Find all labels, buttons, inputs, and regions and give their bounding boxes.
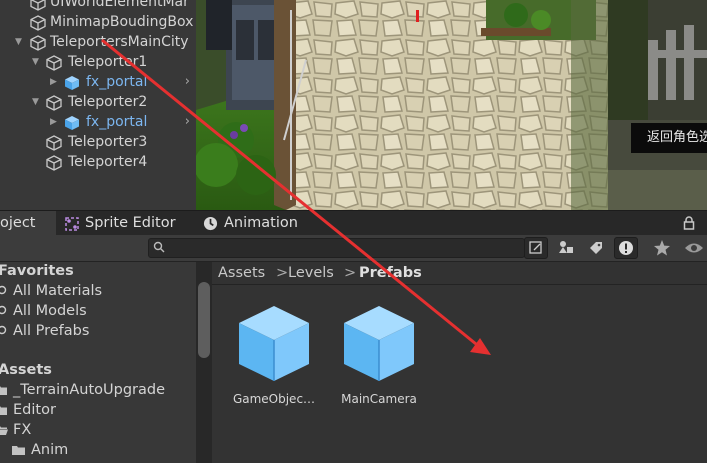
fold-arrow-icon[interactable]: ▶ — [50, 112, 57, 132]
folder-icon — [0, 386, 7, 395]
chevron-right-icon[interactable]: › — [185, 72, 190, 92]
log-filter-button[interactable] — [614, 237, 638, 259]
warning-icon — [619, 241, 633, 255]
breadcrumb-item-current[interactable]: Prefabs — [359, 262, 422, 284]
fold-arrow-icon[interactable]: ▼ — [15, 32, 22, 52]
tab-project[interactable]: oject — [0, 211, 56, 236]
gameobject-icon — [30, 35, 46, 51]
tab-project-label: oject — [0, 215, 36, 231]
prefab-cube-icon — [344, 306, 414, 381]
hierarchy-item-label: Teleporter1 — [68, 54, 148, 70]
prefab-icon — [65, 76, 79, 90]
hierarchy-item[interactable]: ▼ TeleportersMainCity — [0, 32, 196, 52]
animation-icon — [203, 216, 218, 231]
tab-sprite-editor-label: Sprite Editor — [85, 215, 176, 231]
favorites-item-label: All Models — [13, 303, 87, 319]
gameobject-icon — [46, 55, 62, 71]
folder-item-label: FX — [13, 422, 32, 438]
filter-type-icon — [559, 241, 573, 253]
favorite-button[interactable] — [650, 237, 674, 259]
asset-item[interactable]: MainCamera — [331, 303, 427, 406]
asset-item-label: MainCamera — [341, 392, 417, 406]
lock-icon[interactable] — [683, 216, 695, 230]
project-toolbar — [0, 235, 707, 262]
hierarchy-item[interactable]: Teleporter3 — [0, 132, 196, 152]
prefab-cube-icon — [239, 306, 309, 381]
fold-arrow-icon[interactable]: ▼ — [32, 92, 39, 112]
asset-item-label: GameObjec… — [232, 392, 316, 406]
sprite-editor-icon — [65, 217, 79, 231]
search-icon — [153, 241, 165, 253]
game-view[interactable] — [608, 0, 707, 210]
folder-tree-scrollbar[interactable] — [198, 282, 210, 358]
panel-tab-bar: oject Sprite Editor Animation — [0, 210, 707, 236]
scene-view[interactable] — [196, 0, 608, 210]
hierarchy-item-label: TeleportersMainCity — [50, 34, 189, 50]
filter-by-label-button[interactable] — [584, 237, 608, 259]
hierarchy-item[interactable]: MinimapBoudingBox — [0, 12, 196, 32]
asset-item[interactable]: GameObjec… — [226, 303, 322, 406]
folder-item-label: _TerrainAutoUpgrade — [13, 382, 165, 398]
hierarchy-item-label: fx_portal — [86, 74, 148, 90]
hierarchy-item[interactable]: ▼ Teleporter2 — [0, 92, 196, 112]
folder-item-label: Anim — [31, 442, 69, 458]
assets-heading[interactable]: Assets — [0, 360, 52, 380]
back-to-character-select-label[interactable]: 返回角色选 — [631, 123, 707, 153]
visibility-toggle-button[interactable] — [682, 237, 706, 259]
hierarchy-item[interactable]: Teleporter4 — [0, 152, 196, 172]
game-image — [608, 0, 707, 210]
hierarchy-item[interactable]: ▼ Teleporter1 — [0, 52, 196, 72]
hierarchy-item[interactable]: UIWorldElementMar — [0, 0, 196, 12]
gameobject-icon — [46, 135, 62, 151]
breadcrumb-separator: > — [276, 265, 289, 281]
project-folder-tree: Favorites All Materials All Models All P… — [0, 262, 196, 463]
search-icon — [0, 305, 7, 315]
hierarchy-item[interactable]: ▶ fx_portal › — [0, 112, 196, 132]
gameobject-icon — [30, 0, 46, 11]
scene-image — [196, 0, 608, 210]
hierarchy-item[interactable]: ▶ fx_portal › — [0, 72, 196, 92]
favorites-heading[interactable]: Favorites — [0, 262, 74, 281]
search-by-type-button[interactable] — [524, 237, 548, 259]
gameobject-icon — [46, 155, 62, 171]
folder-icon — [12, 446, 25, 455]
tab-animation-label: Animation — [224, 215, 298, 231]
breadcrumb-item[interactable]: Levels — [288, 262, 334, 284]
gameobject-icon — [30, 15, 46, 31]
star-icon — [654, 240, 670, 256]
hierarchy-item-label: Teleporter2 — [68, 94, 148, 110]
fold-arrow-icon[interactable]: ▼ — [32, 52, 39, 72]
hierarchy-item-label: UIWorldElementMar — [50, 0, 189, 10]
folder-icon — [0, 406, 7, 415]
folder-item-label: Editor — [13, 402, 56, 418]
chevron-right-icon[interactable]: › — [185, 112, 190, 132]
search-icon — [0, 285, 7, 295]
hierarchy-item-label: Teleporter3 — [68, 134, 148, 150]
eye-icon — [685, 243, 703, 253]
gameobject-icon — [46, 95, 62, 111]
favorites-item-label: All Materials — [13, 283, 103, 299]
favorites-item-label: All Prefabs — [13, 323, 90, 339]
search-icon — [0, 325, 7, 335]
asset-grid: GameObjec… MainCamera — [212, 285, 707, 463]
search-field[interactable] — [148, 238, 525, 258]
open-search-window-icon — [529, 241, 542, 254]
hierarchy-item-label: MinimapBoudingBox — [50, 14, 194, 30]
breadcrumb: Assets > Levels > Prefabs — [212, 262, 707, 285]
hierarchy-item-label: fx_portal — [86, 114, 148, 130]
prefab-icon — [65, 116, 79, 130]
folder-open-icon — [0, 426, 8, 435]
filter-by-type-button[interactable] — [555, 237, 579, 259]
hierarchy-panel: UIWorldElementMar MinimapBoudingBox ▼ Te… — [0, 0, 196, 210]
search-input[interactable] — [171, 239, 511, 257]
tag-icon — [590, 242, 602, 254]
fold-arrow-icon[interactable]: ▶ — [50, 72, 57, 92]
hierarchy-item-label: Teleporter4 — [68, 154, 148, 170]
breadcrumb-separator: > — [344, 265, 357, 281]
breadcrumb-item[interactable]: Assets — [218, 262, 265, 284]
